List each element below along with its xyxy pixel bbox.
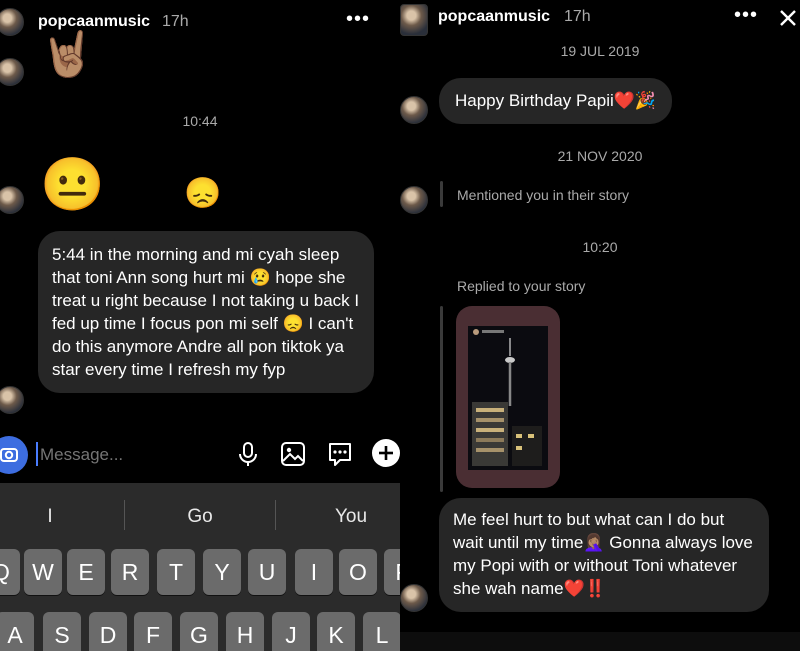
hand-gesture-emoji: 🤘🏽: [40, 30, 95, 79]
right-bottom-bar: [400, 632, 800, 651]
key-s[interactable]: S: [43, 612, 81, 651]
avatar: [400, 96, 428, 124]
story-reply-bar: [440, 306, 443, 492]
key-i[interactable]: I: [295, 549, 333, 595]
avatar: [400, 584, 428, 612]
keyboard-suggestion[interactable]: You: [320, 506, 382, 528]
message-input[interactable]: [38, 440, 222, 470]
suggestion-divider: [275, 500, 276, 530]
message-bubble[interactable]: Happy Birthday Papii❤️🎉: [439, 78, 673, 124]
message-timestamp: 10:20: [582, 239, 618, 255]
key-k[interactable]: K: [317, 612, 355, 651]
story-reply-label: Replied to your story: [457, 278, 586, 294]
key-h[interactable]: H: [226, 612, 264, 651]
message-bubble[interactable]: Me feel hurt to but what can I do but wa…: [439, 498, 769, 612]
message-timestamp: 10:44: [182, 113, 218, 129]
more-options-icon[interactable]: •••: [346, 8, 370, 31]
left-conversation-pane: popcaanmusic 17h ••• 🤘🏽 10:44 😐 😞 5:44 i…: [0, 0, 400, 651]
right-conversation-pane: popcaanmusic 17h ••• 19 JUL 2019 Happy B…: [400, 0, 800, 651]
key-a[interactable]: A: [0, 612, 34, 651]
keyboard-suggestion[interactable]: Go: [170, 506, 230, 528]
suggestion-divider: [124, 500, 125, 530]
camera-icon: [0, 448, 18, 462]
key-r[interactable]: R: [111, 549, 149, 595]
header-time: 17h: [564, 8, 591, 25]
microphone-icon[interactable]: [236, 440, 260, 468]
keyboard-suggestion[interactable]: I: [40, 506, 60, 528]
key-f[interactable]: F: [134, 612, 172, 651]
camera-button[interactable]: [0, 436, 28, 474]
key-w[interactable]: W: [24, 549, 62, 595]
key-t[interactable]: T: [157, 549, 195, 595]
plus-button[interactable]: [372, 439, 400, 467]
gallery-icon[interactable]: [279, 440, 307, 468]
plus-icon: [379, 446, 393, 460]
key-g[interactable]: G: [180, 612, 218, 651]
key-q[interactable]: Q: [0, 549, 20, 595]
message-composer: [0, 430, 400, 478]
sticker-icon[interactable]: [325, 439, 355, 469]
story-mention-text: Mentioned you in their story: [457, 187, 629, 203]
close-icon[interactable]: [778, 8, 798, 28]
disappointed-face-emoji: 😞: [184, 177, 222, 210]
more-options-icon[interactable]: •••: [734, 4, 758, 27]
avatar: [0, 58, 24, 86]
story-night-city-image: [468, 326, 548, 470]
key-e[interactable]: E: [67, 549, 105, 595]
key-o[interactable]: O: [339, 549, 377, 595]
key-d[interactable]: D: [89, 612, 127, 651]
message-bubble[interactable]: 5:44 in the morning and mi cyah sleep th…: [38, 231, 374, 393]
key-y[interactable]: Y: [203, 549, 241, 595]
key-u[interactable]: U: [248, 549, 286, 595]
key-l[interactable]: L: [363, 612, 400, 651]
avatar: [0, 186, 24, 214]
avatar: [0, 386, 24, 414]
neutral-face-emoji: 😐: [40, 156, 105, 214]
header-time: 17h: [162, 13, 189, 30]
date-separator: 19 JUL 2019: [560, 43, 640, 59]
avatar: [400, 186, 428, 214]
avatar[interactable]: [0, 8, 24, 36]
avatar[interactable]: [400, 4, 428, 36]
date-separator: 21 NOV 2020: [557, 148, 643, 164]
header-username[interactable]: popcaanmusic: [438, 8, 550, 26]
key-p[interactable]: P: [384, 549, 400, 595]
story-mention-bar: [440, 181, 443, 207]
key-j[interactable]: J: [272, 612, 310, 651]
story-thumbnail[interactable]: [456, 306, 560, 488]
